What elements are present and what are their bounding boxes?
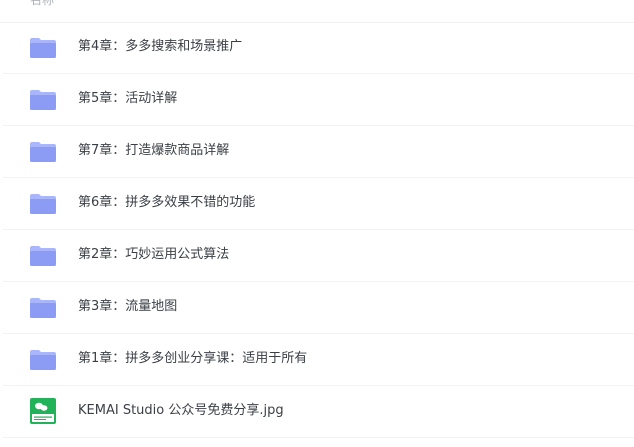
list-header: 名称 xyxy=(0,0,634,23)
file-row-folder[interactable]: 第3章：流量地图 xyxy=(3,282,634,334)
file-rows: 第4章：多多搜索和场景推广 第5章：活动详解 第7章：打造爆款商品详解 第6章：… xyxy=(0,22,634,438)
file-name: 第5章：活动详解 xyxy=(78,91,178,106)
file-name: 第1章：拼多多创业分享课：适用于所有 xyxy=(78,351,308,366)
file-name: 第4章：多多搜索和场景推广 xyxy=(78,39,243,54)
folder-icon xyxy=(30,38,56,58)
folder-icon xyxy=(30,142,56,162)
file-name: 第3章：流量地图 xyxy=(78,299,178,314)
file-row-folder[interactable]: 第4章：多多搜索和场景推广 xyxy=(3,22,634,74)
file-row-folder[interactable]: 第5章：活动详解 xyxy=(3,74,634,126)
file-name: 第2章：巧妙运用公式算法 xyxy=(78,247,230,262)
folder-icon xyxy=(30,246,56,266)
file-row-folder[interactable]: 第6章：拼多多效果不错的功能 xyxy=(3,178,634,230)
folder-icon xyxy=(30,194,56,214)
folder-icon xyxy=(30,298,56,318)
file-row-image[interactable]: KEMAI Studio 公众号免费分享.jpg xyxy=(3,386,634,438)
file-list: 名称 第4章：多多搜索和场景推广 第5章：活动详解 第7章：打造爆款商品详解 第… xyxy=(0,0,634,447)
file-row-folder[interactable]: 第1章：拼多多创业分享课：适用于所有 xyxy=(3,334,634,386)
name-column-header[interactable]: 名称 xyxy=(30,0,54,7)
file-row-folder[interactable]: 第7章：打造爆款商品详解 xyxy=(3,126,634,178)
file-name: KEMAI Studio 公众号免费分享.jpg xyxy=(78,403,284,418)
file-name: 第6章：拼多多效果不错的功能 xyxy=(78,195,256,210)
folder-icon xyxy=(30,90,56,110)
wechat-image-thumbnail-icon xyxy=(30,398,56,424)
file-row-folder[interactable]: 第2章：巧妙运用公式算法 xyxy=(3,230,634,282)
file-name: 第7章：打造爆款商品详解 xyxy=(78,143,230,158)
folder-icon xyxy=(30,350,56,370)
